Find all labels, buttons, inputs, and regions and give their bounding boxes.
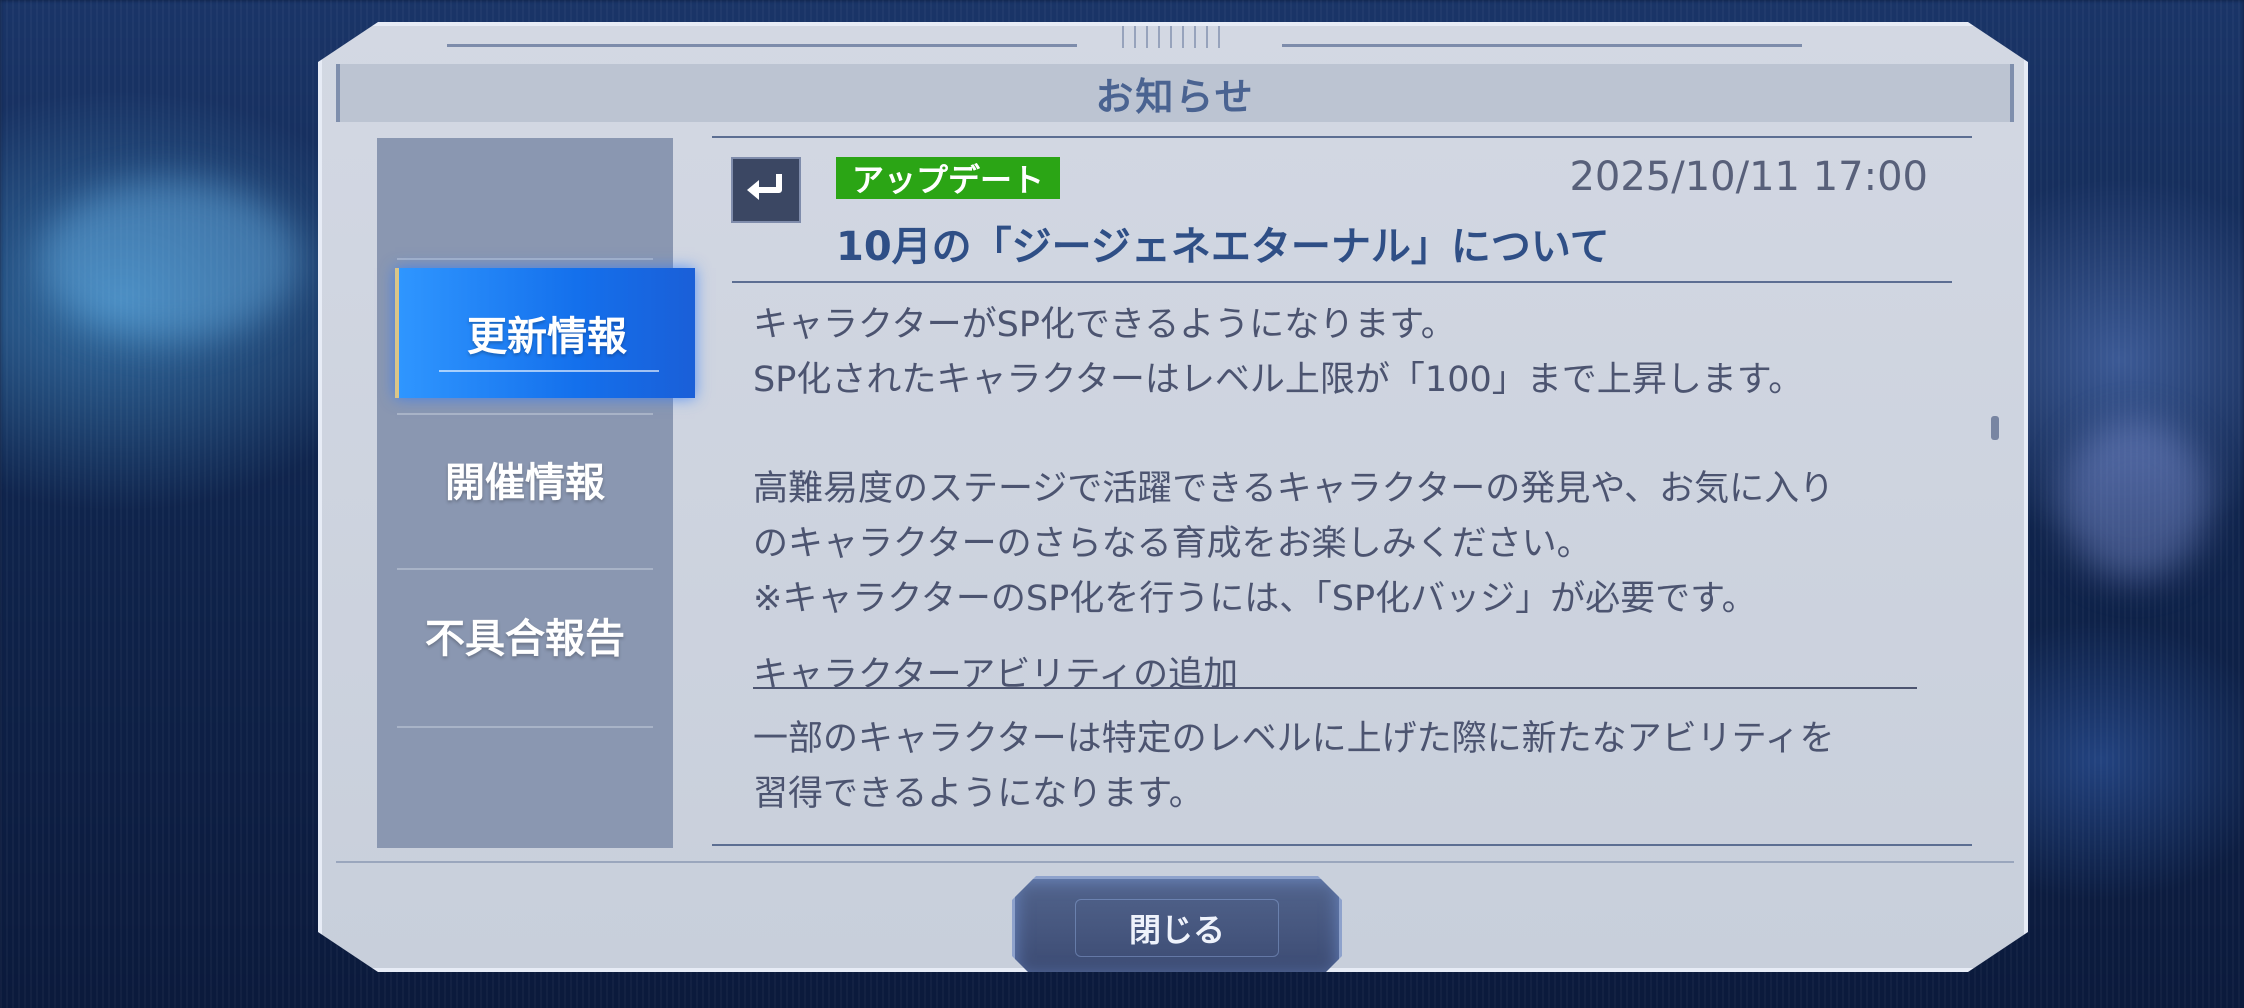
tab-bug-report[interactable]: 不具合報告	[397, 570, 653, 700]
dialog-title-bar: お知らせ	[336, 64, 2014, 122]
background-glow	[40, 180, 300, 340]
notice-dialog: お知らせ 更新情報 開催情報 不具合報告 アップデート 2025/10/11 1…	[318, 22, 2028, 972]
footer-divider	[336, 861, 2014, 863]
return-arrow-icon	[741, 168, 791, 212]
frame-line	[447, 44, 1077, 47]
category-sidebar: 更新情報 開催情報 不具合報告	[377, 138, 673, 848]
tab-label: 更新情報	[467, 314, 627, 360]
tab-divider	[397, 726, 653, 728]
body-line: 習得できるようになります。	[753, 774, 1204, 814]
article-date: 2025/10/11 17:00	[1569, 154, 1928, 200]
content-top-rule	[712, 136, 1972, 138]
tab-event-info[interactable]: 開催情報	[397, 414, 653, 544]
body-line: SP化されたキャラクターはレベル上限が「100」まで上昇します。	[753, 360, 1804, 400]
header-divider	[732, 281, 1952, 283]
body-line: ※キャラクターのSP化を行うには、「SP化バッジ」が必要です。	[753, 579, 1757, 619]
frame-ticks	[1122, 26, 1222, 48]
tab-divider	[397, 258, 653, 260]
body-line: 一部のキャラクターは特定のレベルに上げた際に新たなアビリティを	[753, 719, 1835, 759]
background-glow	[2060, 420, 2210, 580]
section-heading: キャラクターアビリティの追加	[753, 655, 1239, 695]
article-headline: 10月の「ジージェネエターナル」について	[836, 224, 1610, 270]
close-button[interactable]: 閉じる	[1012, 876, 1342, 980]
body-line: のキャラクターのさらなる育成をお楽しみください。	[753, 524, 1592, 564]
dialog-title: お知らせ	[1095, 74, 1255, 119]
content-bottom-rule	[712, 844, 1972, 846]
tab-underline	[439, 370, 659, 372]
body-line: 高難易度のステージで活躍できるキャラクターの発見や、お気に入り	[753, 469, 1835, 509]
tab-update-info[interactable]: 更新情報	[395, 268, 695, 398]
button-glow	[1075, 899, 1279, 957]
scrollbar-thumb[interactable]	[1991, 416, 1999, 440]
frame-line	[1282, 44, 1802, 47]
back-button[interactable]	[731, 157, 801, 223]
tab-label: 不具合報告	[425, 616, 625, 662]
category-badge: アップデート	[836, 157, 1060, 199]
tab-label: 開催情報	[445, 460, 605, 506]
section-underline	[753, 687, 1917, 689]
body-line: キャラクターがSP化できるようになります。	[753, 305, 1456, 345]
